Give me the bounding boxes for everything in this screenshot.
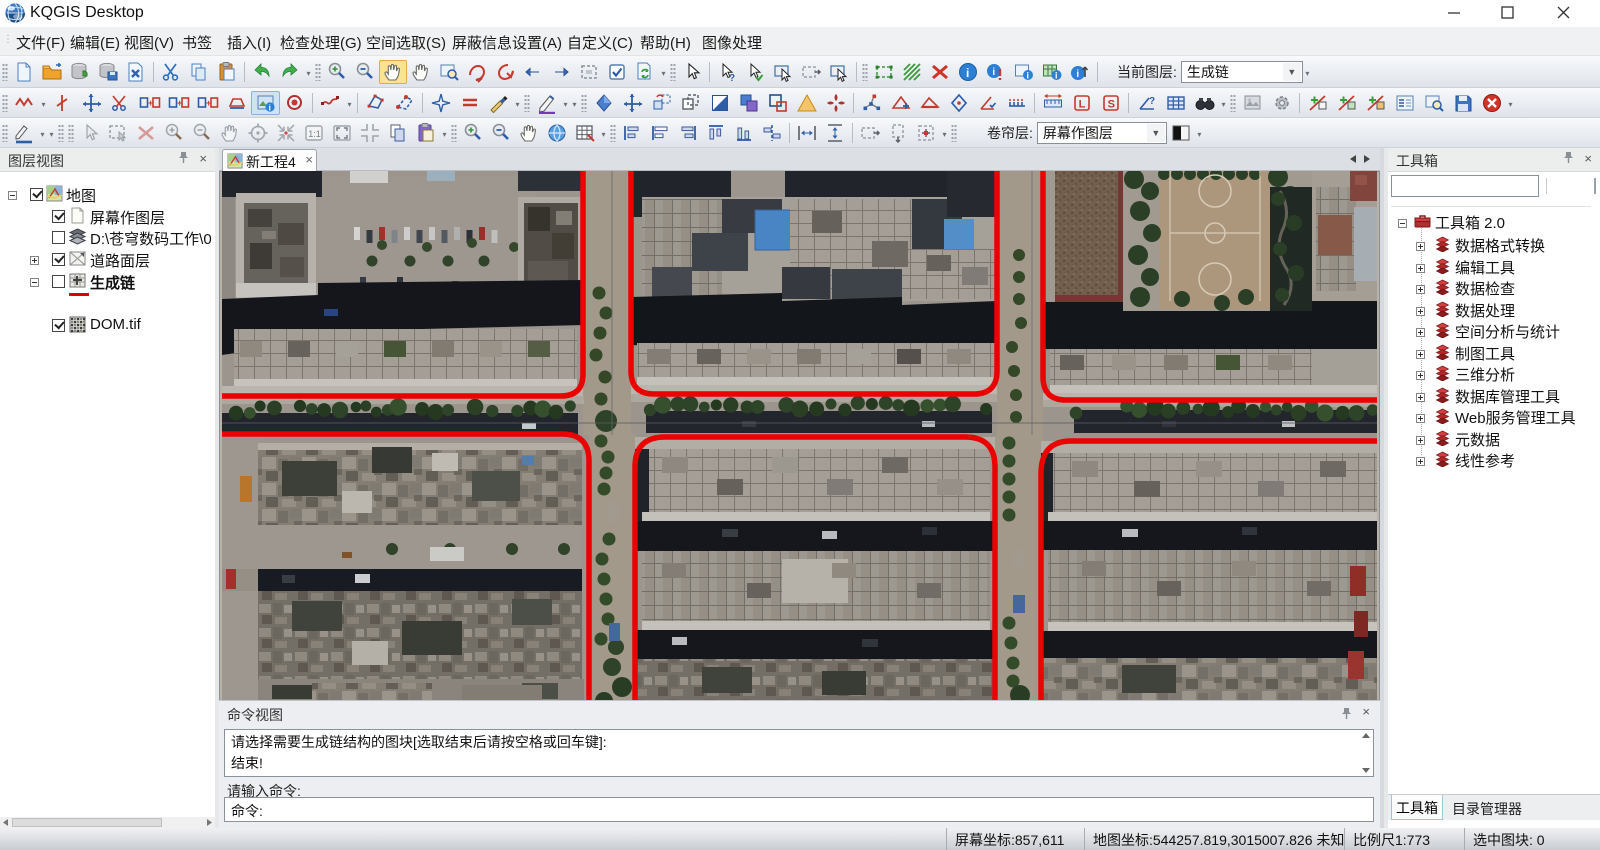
svg-text:+: + [206, 98, 211, 108]
svg-text:S: S [1107, 98, 1114, 110]
svg-text:i: i [992, 67, 995, 78]
svg-text:i: i [268, 103, 270, 112]
svg-text:L: L [1078, 98, 1085, 110]
svg-text:i: i [966, 66, 969, 80]
svg-text:+: + [148, 98, 153, 108]
svg-text:+: + [177, 98, 182, 108]
svg-text:?: ? [1149, 96, 1155, 107]
svg-text:1:1: 1:1 [308, 129, 321, 139]
svg-text:i: i [1076, 69, 1079, 80]
svg-text:i: i [1027, 70, 1030, 80]
svg-text:i: i [1055, 70, 1058, 80]
svg-text:?: ? [729, 73, 735, 83]
